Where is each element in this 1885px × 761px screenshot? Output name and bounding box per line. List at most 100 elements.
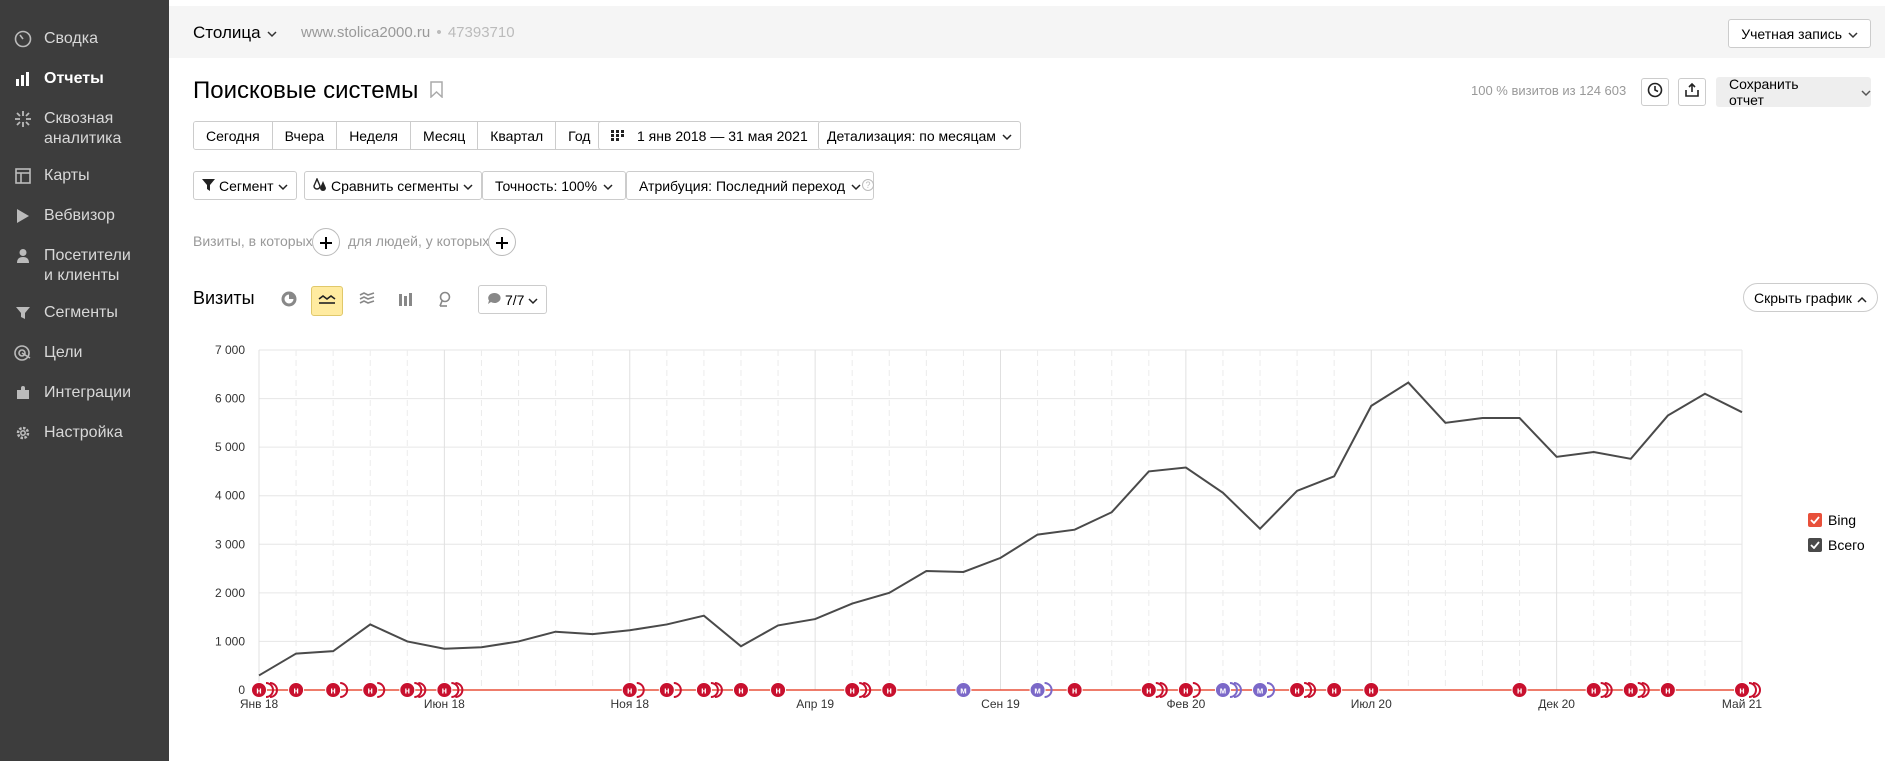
period-yesterday[interactable]: Вчера <box>272 122 338 149</box>
annotation-marker-glyph: н <box>1665 686 1670 696</box>
period-quarter[interactable]: Квартал <box>478 122 557 149</box>
period-year[interactable]: Год <box>556 122 603 149</box>
sidebar-item-integrations[interactable]: Интеграции <box>0 383 169 403</box>
annotation-marker <box>621 682 638 698</box>
sidebar-item-maps[interactable]: Карты <box>0 166 169 186</box>
annotation-stack-arc <box>340 682 349 698</box>
annotation-marker-glyph: н <box>330 686 335 696</box>
map-view-button[interactable] <box>429 286 461 316</box>
sidebar-item-webvisor[interactable]: Вебвизор <box>0 206 169 226</box>
filter-icon <box>202 178 215 194</box>
annotation-marker-glyph: н <box>664 686 669 696</box>
sidebar-item-summary[interactable]: Сводка <box>0 29 169 49</box>
annotation-marker <box>732 682 749 698</box>
x-tick-label: Сен 19 <box>981 697 1020 711</box>
y-tick-label: 7 000 <box>215 343 245 357</box>
area-chart-icon <box>359 291 375 311</box>
account-button[interactable]: Учетная запись <box>1728 19 1871 48</box>
annotation-stack-arc <box>1641 682 1650 698</box>
annotations-dropdown[interactable]: 7/7 <box>478 285 548 314</box>
line-chart-icon <box>318 292 336 310</box>
play-icon <box>12 206 34 226</box>
compare-segments-button[interactable]: Сравнить сегменты <box>304 171 482 200</box>
annotation-marker <box>955 682 972 698</box>
checkbox-checked-icon <box>1808 513 1822 527</box>
period-month[interactable]: Месяц <box>411 122 479 149</box>
sidebar-item-label: Настройка <box>44 424 123 441</box>
annotation-stack-arc <box>1159 682 1168 698</box>
sidebar-item-label: Цели <box>44 344 83 361</box>
attribution-dropdown[interactable]: Атрибуция: Последний переход <box>626 171 875 200</box>
add-people-condition-button[interactable] <box>488 228 516 256</box>
spark-icon <box>12 109 34 129</box>
x-tick-label: Июн 18 <box>424 697 465 711</box>
annotation-marker-glyph: н <box>405 686 410 696</box>
y-tick-label: 6 000 <box>215 392 245 406</box>
x-tick-label: Апр 19 <box>796 697 834 711</box>
bar-chart-view-button[interactable] <box>390 286 422 316</box>
annotation-marker-glyph: м <box>1220 686 1227 696</box>
sidebar-item-visitors[interactable]: Посетители и клиенты <box>0 246 169 286</box>
legend-item-total[interactable]: Всего <box>1808 537 1865 553</box>
annotation-marker-glyph: н <box>738 686 743 696</box>
chevron-down-icon <box>1848 26 1858 42</box>
period-today[interactable]: Сегодня <box>194 122 273 149</box>
annotation-stack-arc <box>1233 682 1242 698</box>
line-chart-view-button[interactable] <box>311 286 343 316</box>
accuracy-dropdown[interactable]: Точность: 100% <box>482 171 627 200</box>
pie-chart-view-button[interactable] <box>273 286 305 316</box>
annotation-marker <box>1029 682 1046 698</box>
sidebar-item-end-to-end-analytics[interactable]: Сквозная аналитика <box>0 109 150 149</box>
period-week[interactable]: Неделя <box>337 122 412 149</box>
hide-chart-button[interactable]: Скрыть график <box>1743 283 1878 312</box>
annotation-marker-glyph: н <box>1591 686 1596 696</box>
series-line-total <box>258 381 1743 677</box>
y-tick-label: 4 000 <box>215 489 245 503</box>
separator: • <box>436 24 442 41</box>
annotation-stack-arc <box>1229 682 1238 698</box>
legend-item-bing[interactable]: Bing <box>1808 512 1856 528</box>
segment-button[interactable]: Сегмент <box>193 171 297 200</box>
annotation-marker-glyph: м <box>1257 686 1264 696</box>
annotation-marker <box>1511 682 1528 698</box>
area-chart-view-button[interactable] <box>351 286 383 316</box>
annotation-stack-arc <box>863 682 872 698</box>
annotation-stack-arc <box>414 682 423 698</box>
help-icon[interactable]: ? <box>862 179 874 191</box>
detail-dropdown[interactable]: Детализация: по месяцам <box>818 121 1021 150</box>
visits-condition-label: Визиты, в которых <box>193 233 313 249</box>
annotation-marker-glyph: н <box>1146 686 1151 696</box>
page-title: Поисковые системы <box>193 77 444 105</box>
y-tick-label: 1 000 <box>215 634 245 648</box>
annotation-stack-arc <box>451 682 460 698</box>
history-button[interactable] <box>1641 78 1669 106</box>
upload-icon <box>1684 82 1700 103</box>
add-visit-condition-button[interactable] <box>312 228 340 256</box>
annotation-stack-arc <box>269 682 278 698</box>
metric-label: Визиты <box>193 288 255 308</box>
annotation-marker <box>658 682 675 698</box>
sidebar-item-settings[interactable]: Настройка <box>0 423 169 443</box>
sidebar-item-label: Отчеты <box>44 70 104 87</box>
counter-id: 47393710 <box>447 24 515 41</box>
target-icon <box>12 343 34 363</box>
sidebar-item-goals[interactable]: Цели <box>0 343 169 363</box>
y-tick-label: 3 000 <box>215 537 245 551</box>
sidebar-item-reports[interactable]: Отчеты <box>0 69 169 89</box>
annotation-stack-arc <box>1155 682 1164 698</box>
sidebar-item-segments[interactable]: Сегменты <box>0 303 169 323</box>
bookmark-icon[interactable] <box>430 77 444 105</box>
counter-selector[interactable]: Столица <box>193 23 277 43</box>
annotation-marker-glyph: н <box>1072 686 1077 696</box>
sidebar-item-label: Интеграции <box>44 384 132 401</box>
people-condition-label: для людей, у которых <box>348 233 490 249</box>
chevron-down-icon <box>851 178 861 194</box>
annotation-stack-arc <box>714 682 723 698</box>
annotation-marker-glyph: н <box>775 686 780 696</box>
date-range-button[interactable]: 1 янв 2018 — 31 мая 2021 <box>598 121 821 150</box>
export-button[interactable] <box>1678 78 1706 106</box>
chevron-up-icon <box>1857 290 1867 306</box>
sampling-info: 100 % визитов из 124 603 <box>1471 83 1627 98</box>
annotation-stack-arc <box>1044 682 1053 698</box>
save-report-button[interactable]: Сохранить отчет <box>1716 76 1871 108</box>
